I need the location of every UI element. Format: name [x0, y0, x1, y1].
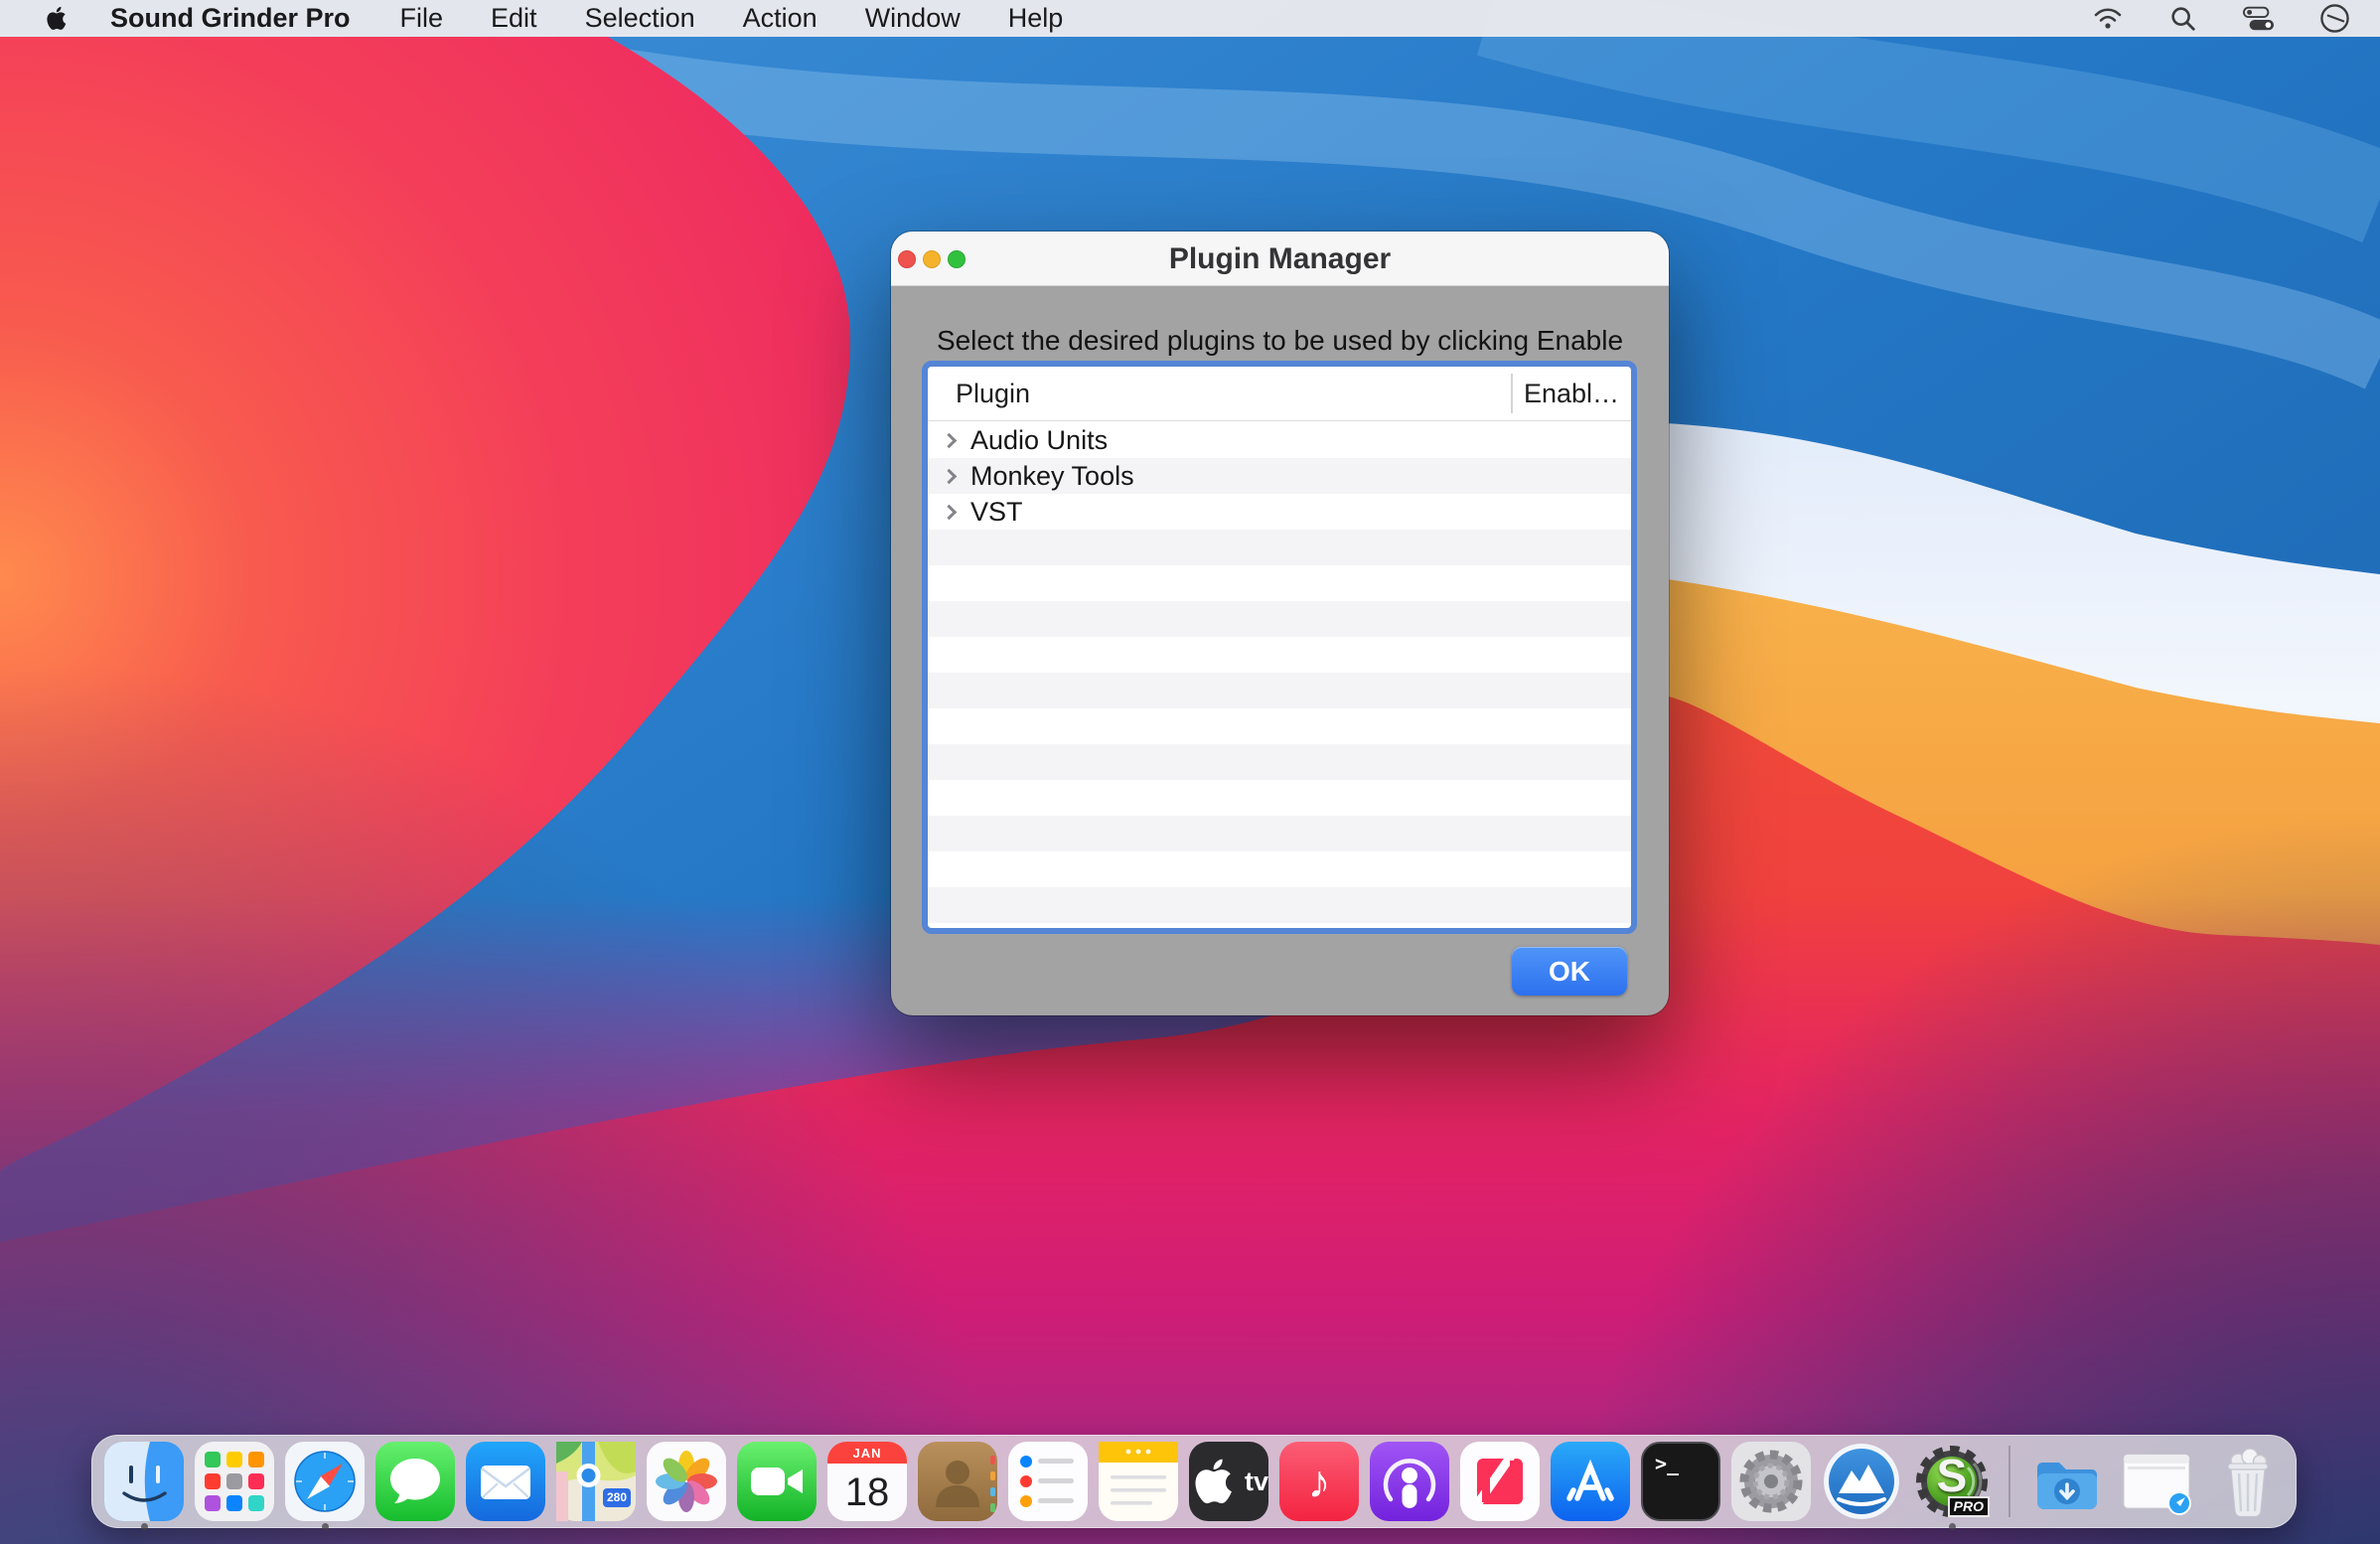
chevron-right-icon[interactable] — [942, 468, 958, 484]
dock-item-facetime[interactable] — [737, 1442, 817, 1521]
gear-icon — [1731, 1442, 1811, 1521]
dock-item-maps[interactable]: 280 — [556, 1442, 636, 1521]
dock-item-music[interactable]: ♪ — [1279, 1442, 1359, 1521]
calendar-day-label: 18 — [827, 1464, 907, 1521]
reminders-icon — [1008, 1442, 1088, 1521]
photos-icon — [647, 1442, 726, 1521]
dock-item-news[interactable] — [1460, 1442, 1540, 1521]
dock-item-app-store[interactable] — [1551, 1442, 1630, 1521]
clock-icon[interactable] — [2318, 3, 2350, 35]
plugin-table[interactable]: Plugin Enabl… Audio Units Monkey Tools V… — [922, 361, 1637, 934]
dock-item-terminal[interactable]: >_ — [1641, 1442, 1720, 1521]
dock-item-messages[interactable] — [375, 1442, 455, 1521]
dock-item-notes[interactable] — [1099, 1442, 1178, 1521]
dock-item-reminders[interactable] — [1008, 1442, 1088, 1521]
menu-file[interactable]: File — [400, 3, 444, 34]
dock-item-contacts[interactable] — [918, 1442, 997, 1521]
messages-icon — [375, 1442, 455, 1521]
dock-item-calendar[interactable]: JAN 18 — [827, 1442, 907, 1521]
dock-item-finder[interactable] — [104, 1442, 184, 1521]
column-header-enable[interactable]: Enabl… — [1524, 367, 1619, 421]
maps-icon — [556, 1442, 636, 1521]
safari-icon — [285, 1442, 365, 1521]
mail-icon — [466, 1442, 545, 1521]
search-icon[interactable] — [2167, 3, 2199, 35]
control-center-icon[interactable] — [2243, 3, 2275, 35]
dock-item-mail[interactable] — [466, 1442, 545, 1521]
minimized-safari-window — [2118, 1442, 2197, 1521]
table-header: Plugin Enabl… — [928, 367, 1631, 421]
maps-route-badge: 280 — [603, 1488, 631, 1507]
dock-item-photos[interactable] — [647, 1442, 726, 1521]
podcasts-icon — [1370, 1442, 1449, 1521]
menu-action[interactable]: Action — [743, 3, 818, 34]
row-label: Monkey Tools — [970, 461, 1134, 492]
dock-item-minimized-window[interactable] — [2118, 1442, 2197, 1521]
menu-items: File Edit Selection Action Window Help — [400, 3, 1064, 34]
column-divider[interactable] — [1511, 374, 1513, 413]
menu-bar: Sound Grinder Pro File Edit Selection Ac… — [0, 0, 2380, 37]
dock-item-podcasts[interactable] — [1370, 1442, 1449, 1521]
window-title: Plugin Manager — [891, 232, 1669, 286]
table-row-audio-units[interactable]: Audio Units — [928, 422, 1631, 458]
downloads-folder-icon — [2027, 1442, 2107, 1521]
tv-label: tv — [1245, 1467, 1268, 1497]
row-label: VST — [970, 497, 1023, 528]
dock-item-safari[interactable] — [285, 1442, 365, 1521]
column-header-plugin[interactable]: Plugin — [956, 367, 1030, 421]
menubar-app-name[interactable]: Sound Grinder Pro — [110, 3, 351, 34]
chevron-right-icon[interactable] — [942, 432, 958, 448]
dock: 280 — [91, 1435, 2297, 1528]
trash-full-icon — [2208, 1442, 2288, 1521]
dock-item-apple-tv[interactable]: tv — [1189, 1442, 1268, 1521]
contacts-icon — [918, 1442, 997, 1521]
news-icon — [1460, 1442, 1540, 1521]
pro-badge: PRO — [1948, 1496, 1990, 1517]
mountain-circle-icon — [1822, 1442, 1901, 1521]
table-body: Audio Units Monkey Tools VST — [928, 422, 1631, 928]
dock-item-system-preferences[interactable] — [1731, 1442, 1811, 1521]
app-store-icon — [1551, 1442, 1630, 1521]
menu-edit[interactable]: Edit — [491, 3, 537, 34]
menu-help[interactable]: Help — [1008, 3, 1064, 34]
apple-logo-glyph — [1189, 1442, 1241, 1521]
menu-selection[interactable]: Selection — [585, 3, 695, 34]
table-row-monkey-tools[interactable]: Monkey Tools — [928, 458, 1631, 494]
dock-item-downloads-folder[interactable] — [2027, 1442, 2107, 1521]
sound-grinder-letter: S — [1912, 1449, 1992, 1502]
dialog-instruction: Select the desired plugins to be used by… — [891, 325, 1669, 357]
row-label: Audio Units — [970, 425, 1108, 456]
dock-item-trash[interactable] — [2208, 1442, 2288, 1521]
dock-divider — [2008, 1446, 2010, 1517]
terminal-prompt-glyph: >_ — [1655, 1452, 1679, 1475]
finder-icon — [104, 1442, 184, 1521]
facetime-icon — [737, 1442, 817, 1521]
apple-menu-icon[interactable] — [44, 5, 71, 32]
table-row-vst[interactable]: VST — [928, 494, 1631, 530]
chevron-right-icon[interactable] — [942, 504, 958, 520]
notes-icon — [1099, 1442, 1178, 1521]
dock-item-app-cleaner[interactable] — [1822, 1442, 1901, 1521]
music-note-icon: ♪ — [1308, 1455, 1331, 1508]
calendar-month-label: JAN — [827, 1442, 907, 1464]
plugin-manager-window: Plugin Manager Select the desired plugin… — [891, 232, 1669, 1015]
window-titlebar[interactable]: Plugin Manager — [891, 232, 1669, 286]
desktop: Sound Grinder Pro File Edit Selection Ac… — [0, 0, 2380, 1544]
wifi-icon[interactable] — [2092, 3, 2124, 35]
menubar-status-area — [2092, 3, 2350, 35]
dock-item-launchpad[interactable] — [195, 1442, 274, 1521]
menu-window[interactable]: Window — [865, 3, 961, 34]
dock-item-sound-grinder-pro[interactable]: S PRO — [1912, 1442, 1992, 1521]
ok-button[interactable]: OK — [1512, 947, 1627, 996]
